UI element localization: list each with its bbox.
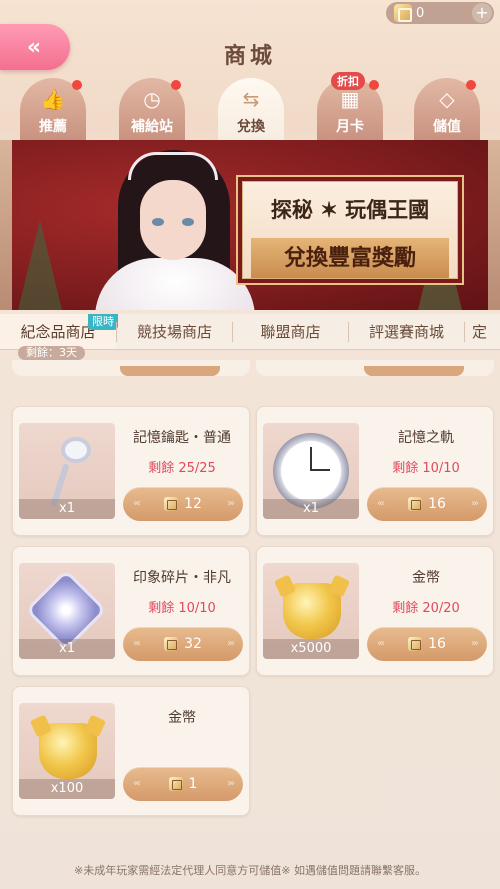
item-quantity: x1 <box>263 499 359 519</box>
tab-more-shop[interactable]: 定 <box>472 314 500 349</box>
event-banner[interactable]: 探秘 ✶ 玩偶王國 兌換豐富獎勵 <box>0 140 500 310</box>
buy-button[interactable]: ‹‹‹ 32 ››› <box>123 627 243 661</box>
character-eye <box>152 218 164 226</box>
gift-box-icon <box>394 4 412 22</box>
notification-dot <box>171 80 181 90</box>
list-item[interactable]: x100 金幣 ‹‹‹ 1 ››› <box>12 686 250 816</box>
gift-box-icon <box>408 637 423 651</box>
page-title: 商城 <box>223 44 276 69</box>
item-thumbnail[interactable]: x1 <box>19 563 115 659</box>
discount-badge: 折扣 <box>331 72 365 90</box>
buy-button[interactable]: ‹‹‹ 1 ››› <box>123 767 243 801</box>
item-quantity: x100 <box>19 779 115 799</box>
item-quantity: x5000 <box>263 639 359 659</box>
gift-box-icon <box>164 637 179 651</box>
tab-arena-shop[interactable]: 競技場商店 <box>117 314 232 349</box>
tab-alliance-shop[interactable]: 聯盟商店 <box>233 314 348 349</box>
promo-title: 探秘 ✶ 玩偶王國 <box>270 197 430 222</box>
list-item[interactable]: x1 印象碎片・非凡 剩餘 10/10 ‹‹‹ 32 ››› <box>12 546 250 676</box>
divider <box>464 322 465 342</box>
notification-dot <box>466 80 476 90</box>
shop-tab-label: 評選賽商城 <box>368 323 444 341</box>
item-stock: 剩餘 10/10 <box>392 461 460 476</box>
clock-icon: ◷ <box>143 87 161 111</box>
currency-value: 0 <box>416 5 425 21</box>
item-thumbnail[interactable]: x100 <box>19 703 115 799</box>
tab-recommend[interactable]: 👍 推薦 <box>20 78 86 140</box>
notification-dot <box>369 80 379 90</box>
list-item[interactable]: x1 記憶之軌 剩餘 10/10 ‹‹‹ 16 ››› <box>256 406 494 536</box>
price: 16 <box>428 496 446 512</box>
item-name: 金幣 <box>412 570 440 586</box>
notification-dot <box>72 80 82 90</box>
item-quantity: x1 <box>19 639 115 659</box>
item-stock: 剩餘 25/25 <box>148 461 216 476</box>
price: 16 <box>428 636 446 652</box>
tab-label: 兌換 <box>237 119 265 135</box>
limited-badge: 限時 <box>88 314 118 330</box>
shop-tabs: 紀念品商店 限時 競技場商店 聯盟商店 評選賽商城 定 <box>0 314 500 350</box>
gift-box-icon <box>168 777 183 791</box>
character-face <box>140 180 206 260</box>
tab-label: 儲值 <box>433 119 461 135</box>
price: 12 <box>184 496 202 512</box>
tab-exchange[interactable]: ⇆ 兌換 <box>218 78 284 140</box>
christmas-tree <box>18 220 62 310</box>
item-stock: 剩餘 20/20 <box>392 601 460 616</box>
gift-box-icon <box>408 497 423 511</box>
item-name: 記憶之軌 <box>398 430 454 446</box>
promo-subtitle: 兌換豐富獎勵 <box>251 238 449 278</box>
tab-monthly-card[interactable]: ▦ 月卡 折扣 <box>317 72 383 140</box>
item-name: 印象碎片・非凡 <box>133 570 231 586</box>
currency-counter[interactable]: 0 + <box>386 2 494 24</box>
list-item <box>256 360 494 376</box>
item-stock: 剩餘 10/10 <box>148 601 216 616</box>
add-currency-button[interactable]: + <box>472 3 492 23</box>
footer-notice: ※未成年玩家需經法定代理人同意方可儲值※ 如遇儲值問題請聯繫客服。 <box>74 864 426 877</box>
price: 1 <box>188 776 198 792</box>
item-thumbnail[interactable]: x1 <box>263 423 359 519</box>
time-remaining-badge: 剩餘：3天 <box>18 346 85 360</box>
tab-label: 補給站 <box>131 119 173 135</box>
tab-supply[interactable]: ◷ 補給站 <box>119 78 185 140</box>
tab-recharge[interactable]: ◇ 儲值 <box>414 78 480 140</box>
category-tabs: 👍 推薦 ◷ 補給站 ⇆ 兌換 ▦ 月卡 折扣 ◇ 儲值 <box>0 72 500 140</box>
item-name: 金幣 <box>168 710 196 726</box>
character-eye <box>182 218 194 226</box>
shop-tab-label: 聯盟商店 <box>260 323 321 341</box>
item-name: 記憶鑰匙・普通 <box>133 430 231 446</box>
tab-label: 月卡 <box>336 119 364 135</box>
gold-coin-icon <box>283 583 341 639</box>
item-thumbnail[interactable]: x1 <box>19 423 115 519</box>
tab-contest-shop[interactable]: 評選賽商城 <box>349 314 464 349</box>
exchange-icon: ⇆ <box>242 87 260 111</box>
buy-button[interactable]: ‹‹‹ 16 ››› <box>367 487 487 521</box>
gift-box-icon <box>164 497 179 511</box>
diamond-icon: ◇ <box>439 87 455 111</box>
shop-tab-label: 紀念品商店 <box>20 323 96 341</box>
buy-button[interactable]: ‹‹‹ 12 ››› <box>123 487 243 521</box>
item-thumbnail[interactable]: x5000 <box>263 563 359 659</box>
item-quantity: x1 <box>19 499 115 519</box>
tab-label: 推薦 <box>39 119 67 135</box>
promo-panel: 探秘 ✶ 玩偶王國 兌換豐富獎勵 <box>236 175 464 285</box>
tiara <box>128 152 218 180</box>
price: 32 <box>184 636 202 652</box>
list-item <box>12 360 250 376</box>
thumbs-up-icon: 👍 <box>40 87 66 111</box>
banner-frame <box>0 140 12 310</box>
item-list[interactable]: x1 記憶鑰匙・普通 剩餘 25/25 ‹‹‹ 12 ››› x1 記憶之軌 剩… <box>0 360 500 850</box>
list-item[interactable]: x5000 金幣 剩餘 20/20 ‹‹‹ 16 ››› <box>256 546 494 676</box>
list-item[interactable]: x1 記憶鑰匙・普通 剩餘 25/25 ‹‹‹ 12 ››› <box>12 406 250 536</box>
gold-coin-icon <box>39 723 97 779</box>
shop-tab-label: 定 <box>472 323 488 341</box>
buy-button[interactable]: ‹‹‹ 16 ››› <box>367 627 487 661</box>
shop-tab-label: 競技場商店 <box>136 323 212 341</box>
calendar-icon: ▦ <box>340 87 360 111</box>
banner-frame <box>488 140 500 310</box>
